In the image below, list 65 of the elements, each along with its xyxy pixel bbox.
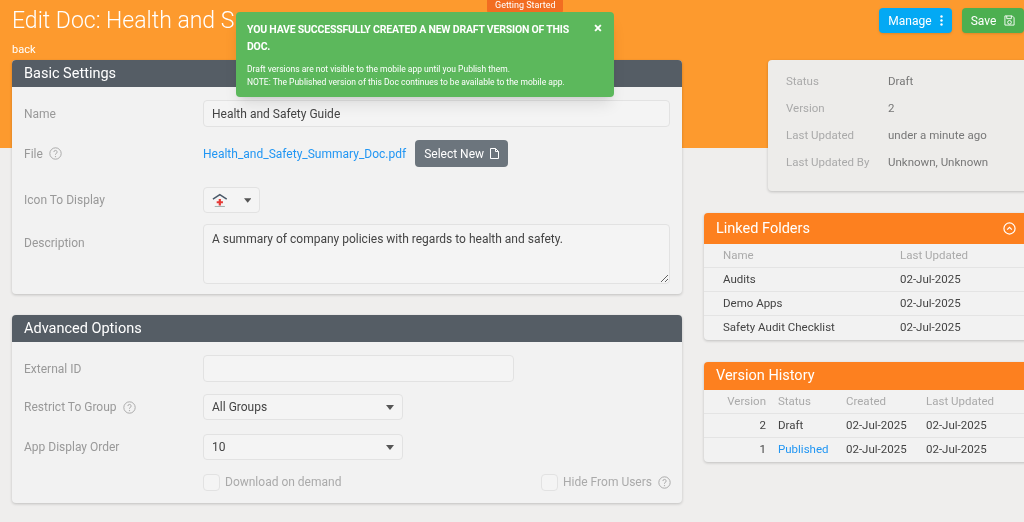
select-new-button[interactable]: Select New (415, 140, 509, 167)
status-value: Unknown, Unknown (888, 154, 989, 172)
collapse-icon[interactable] (1003, 222, 1016, 235)
manage-button[interactable]: Manage (879, 8, 952, 33)
table-cell-text: 1 (758, 441, 767, 459)
caret-icon (386, 404, 394, 410)
caret-icon (243, 197, 251, 203)
panel-title: Basic Settings (24, 63, 117, 84)
table-cell-text: 02-Jul-2025 (900, 270, 961, 288)
status-label: Last Updated (786, 127, 855, 145)
file-icon (490, 148, 500, 159)
status-value: 2 (888, 100, 895, 118)
column-header: Last Updated (926, 392, 994, 410)
status-link[interactable]: Published (778, 442, 829, 457)
field-label: App Display Order (24, 439, 120, 456)
description-field[interactable]: A summary of company policies with regards to health and safety. (203, 224, 670, 284)
panel-title: Advanced Options (24, 318, 142, 339)
status-value: Draft (888, 73, 914, 91)
column-header: Name (723, 246, 755, 264)
group-select[interactable]: All Groups (203, 394, 403, 420)
field-label: File (24, 145, 43, 163)
first-aid-house-icon (212, 192, 228, 208)
panel-title: Linked Folders (716, 218, 810, 239)
status-value: under a minute ago (888, 127, 987, 145)
toast-message: Draft versions are not visible to the mobile app until you Publish them. (247, 63, 511, 75)
checkbox-label: Hide From Users (563, 474, 652, 491)
table-cell-text: 02-Jul-2025 (926, 416, 987, 434)
column-header: Version (726, 392, 767, 410)
kebab-icon (939, 15, 943, 26)
back-link[interactable]: back (12, 44, 36, 55)
toast-title: YOU HAVE SUCCESSFULLY CREATED A NEW DRAFT VERSION OF THIS DOC. (247, 22, 570, 55)
field-label: Description (24, 236, 85, 250)
checkbox-label: Download on demand (225, 474, 342, 491)
name-field[interactable]: Health and Safety Guide (203, 100, 670, 127)
field-label: Name (24, 105, 56, 123)
table-cell-text: 02-Jul-2025 (900, 294, 961, 312)
save-button[interactable]: Save (962, 8, 1024, 33)
field-label: External ID (24, 360, 82, 378)
icon-select[interactable] (203, 187, 260, 213)
file-link[interactable]: Health_and_Safety_Summary_Doc.pdf (203, 144, 407, 163)
table-cell-text: 2 (758, 416, 767, 434)
caret-icon (386, 444, 394, 450)
table-cell-text: 02-Jul-2025 (846, 416, 908, 434)
column-header: Created (846, 392, 887, 410)
order-select[interactable]: 10 (203, 434, 403, 460)
help-icon (122, 400, 136, 414)
column-header: Status (778, 392, 812, 410)
table-cell-text: Safety Audit Checklist (723, 319, 836, 337)
table-cell: Draft (778, 417, 804, 432)
table-cell-text: Demo Apps (723, 294, 784, 312)
page-title: Edit Doc: Health and S (12, 6, 235, 36)
table-cell: 02-Jul-2025 (926, 441, 987, 459)
field-label: Icon To Display (24, 192, 105, 209)
status-label: Version (786, 100, 826, 118)
panel-title: Version History (716, 366, 815, 387)
status-label: Last Updated By (786, 154, 871, 172)
close-button[interactable]: × (594, 21, 602, 36)
toast-message: NOTE: The Published version of this Doc continues to be available to the mobile app. (247, 76, 566, 88)
help-icon (48, 147, 62, 160)
column-header: Last Updated (900, 246, 968, 264)
table-cell: 02-Jul-2025 (900, 319, 961, 337)
field-label: Restrict To Group (24, 399, 117, 416)
table-cell-text: Audits (723, 270, 757, 288)
status-label: Status (786, 73, 820, 91)
table-cell-text: 02-Jul-2025 (846, 441, 908, 459)
